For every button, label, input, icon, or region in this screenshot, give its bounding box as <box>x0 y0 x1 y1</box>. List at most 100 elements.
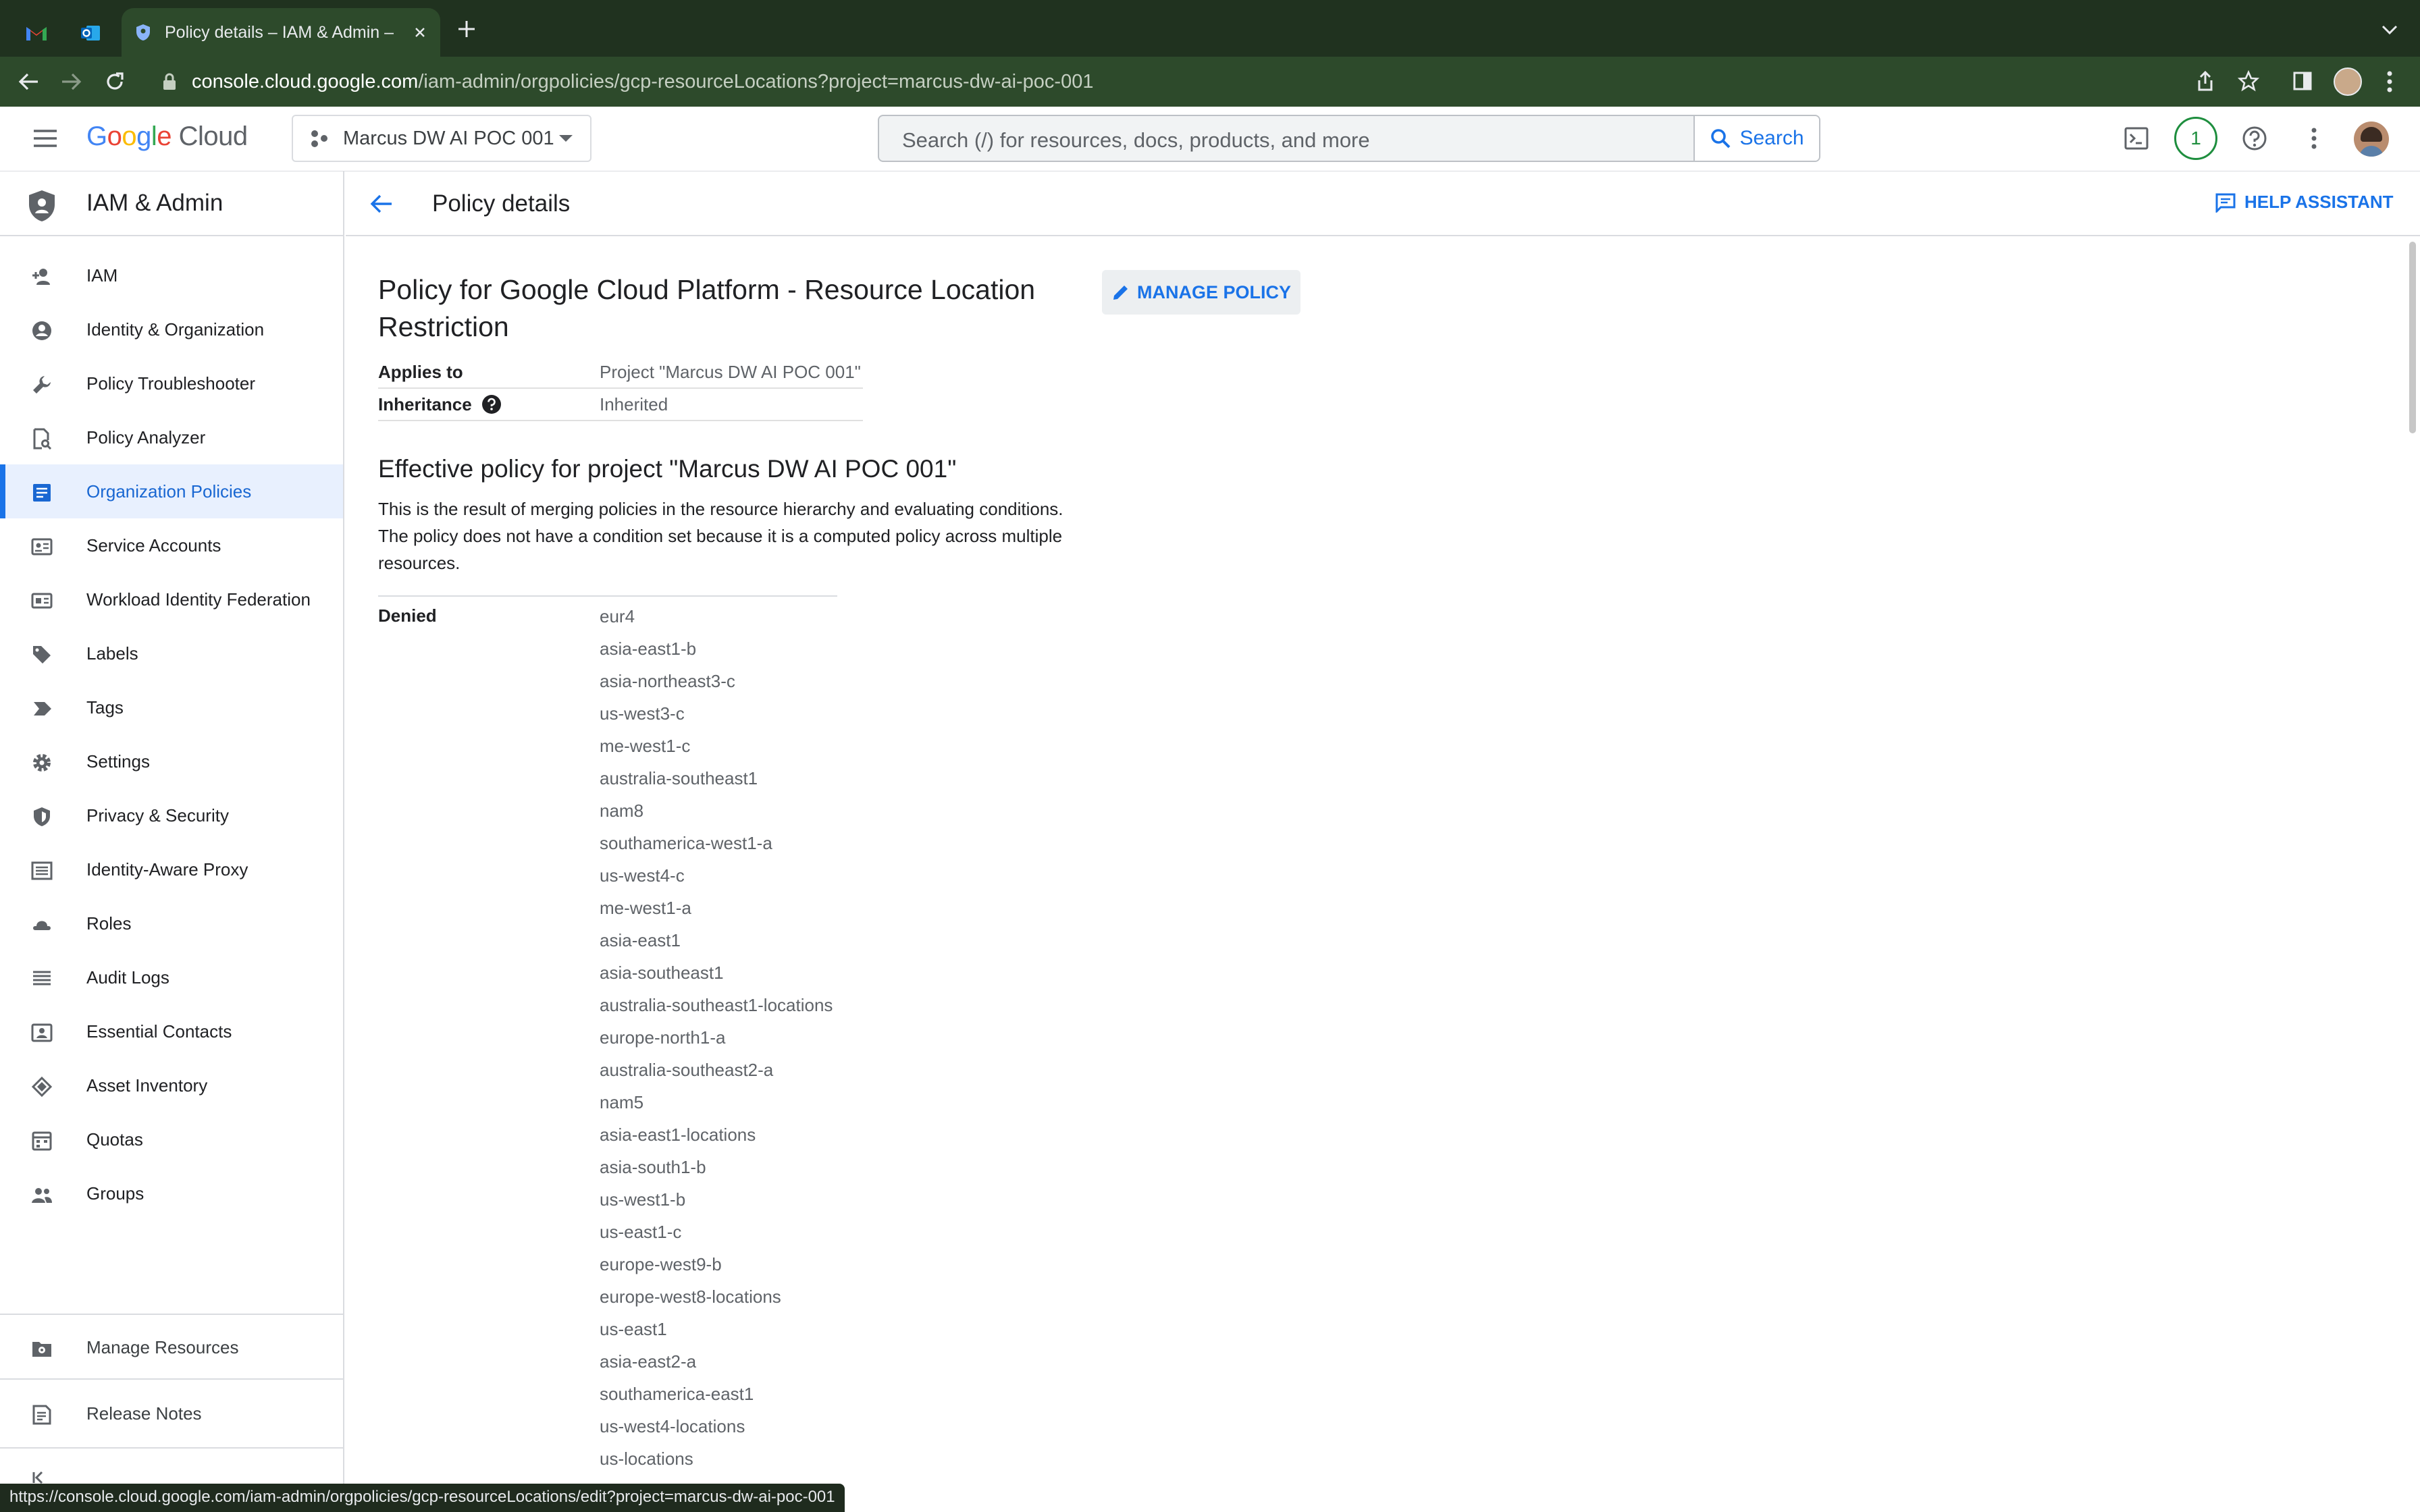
sidebar-divider <box>0 1447 343 1449</box>
cloud-shell-button[interactable] <box>2124 127 2149 150</box>
sidebar-item-label: Labels <box>86 643 138 664</box>
gmail-icon <box>26 27 47 40</box>
browser-tab-strip: Policy details – IAM & Admin – <box>0 0 2420 57</box>
sidebar-item-identity-organization[interactable]: Identity & Organization <box>0 302 343 356</box>
search-bar[interactable]: Search (/) for resources, docs, products… <box>878 115 1820 162</box>
sidebar-item-label: Identity-Aware Proxy <box>86 859 248 880</box>
main-menu-button[interactable] <box>32 128 58 148</box>
sidebar-item-quotas[interactable]: Quotas <box>0 1112 343 1166</box>
sidebar-item-identity-aware-proxy[interactable]: Identity-Aware Proxy <box>0 842 343 896</box>
applies-to-label: Applies to <box>378 361 463 382</box>
back-button[interactable] <box>18 72 39 92</box>
google-cloud-logo[interactable]: Google Cloud <box>86 122 248 152</box>
sidebar-item-asset-inventory[interactable]: Asset Inventory <box>0 1058 343 1112</box>
sidebar-item-groups[interactable]: Groups <box>0 1166 343 1220</box>
bookmark-button[interactable] <box>2238 70 2259 92</box>
sidebar-item-service-accounts[interactable]: Service Accounts <box>0 518 343 572</box>
denied-label: Denied <box>378 605 437 626</box>
browser-profile-avatar[interactable] <box>2334 68 2362 96</box>
url-path: /iam-admin/orgpolicies/gcp-resourceLocat… <box>418 71 1094 92</box>
project-name: Marcus DW AI POC 001 <box>343 127 554 149</box>
notes-icon <box>32 1405 51 1425</box>
sidebar-item-audit-logs[interactable]: Audit Logs <box>0 950 343 1004</box>
tab-search-button[interactable] <box>2381 24 2398 35</box>
collapse-sidebar-button[interactable] <box>32 1470 47 1485</box>
iam-shield-favicon-icon <box>136 24 150 40</box>
sidebar-item-workload-identity-federation[interactable]: Workload Identity Federation <box>0 572 343 626</box>
arrow-right-icon <box>62 73 82 90</box>
hat-icon <box>33 921 51 930</box>
person-add-icon <box>32 269 50 285</box>
denied-location: southamerica-west1-a <box>600 833 772 853</box>
sidebar-item-label: Organization Policies <box>86 481 252 502</box>
search-button[interactable]: Search <box>1693 116 1819 161</box>
diamond-layers-icon <box>31 1076 53 1098</box>
article-icon <box>33 484 51 502</box>
manage-policy-button[interactable]: MANAGE POLICY <box>1102 270 1300 315</box>
new-tab-button[interactable] <box>456 19 477 39</box>
denied-location: nam8 <box>600 801 644 821</box>
sidebar-item-release-notes[interactable]: Release Notes <box>0 1386 343 1440</box>
project-picker[interactable]: Marcus DW AI POC 001 <box>292 115 591 162</box>
reload-button[interactable] <box>104 71 126 92</box>
sidebar-item-label: Privacy & Security <box>86 805 229 826</box>
help-tooltip-icon[interactable] <box>481 394 502 414</box>
side-panel-button[interactable] <box>2293 72 2312 90</box>
link-hover-status: https://console.cloud.google.com/iam-adm… <box>0 1484 845 1512</box>
share-button[interactable] <box>2196 70 2215 92</box>
browser-toolbar: console.cloud.google.com/iam-admin/orgpo… <box>0 57 2420 107</box>
active-browser-tab[interactable]: Policy details – IAM & Admin – <box>122 8 440 57</box>
denied-location: australia-southeast1 <box>600 768 758 788</box>
avatar-hair <box>2361 127 2382 142</box>
effective-policy-description: This is the result of merging policies i… <box>378 499 1063 573</box>
tag-arrow-icon <box>34 702 51 716</box>
hamburger-menu-icon <box>34 130 57 147</box>
plus-icon <box>458 21 475 37</box>
sidebar-divider <box>0 1378 343 1380</box>
tab-close-icon[interactable] <box>413 26 427 39</box>
help-assistant-button[interactable]: HELP ASSISTANT <box>2215 192 2394 213</box>
account-circle-icon <box>32 321 51 340</box>
inheritance-key: Inheritance <box>378 394 600 415</box>
sidebar-item-policy-troubleshooter[interactable]: Policy Troubleshooter <box>0 356 343 410</box>
sidebar-item-tags[interactable]: Tags <box>0 680 343 734</box>
star-icon <box>2238 70 2259 92</box>
notifications-badge[interactable]: 1 <box>2174 117 2217 160</box>
browser-menu-button[interactable] <box>2386 70 2393 93</box>
sidebar-item-settings[interactable]: Settings <box>0 734 343 788</box>
denied-location: asia-northeast3-c <box>600 671 735 691</box>
sidebar-item-labels[interactable]: Labels <box>0 626 343 680</box>
denied-locations-list: eur4 asia-east1-b asia-northeast3-c us-w… <box>600 605 833 1480</box>
denied-location: asia-south1-b <box>600 1157 706 1177</box>
chevron-down-icon <box>2382 25 2398 35</box>
address-bar[interactable]: console.cloud.google.com/iam-admin/orgpo… <box>142 62 2208 101</box>
sidebar-item-essential-contacts[interactable]: Essential Contacts <box>0 1004 343 1058</box>
forward-button[interactable] <box>61 72 82 92</box>
sidebar-item-roles[interactable]: Roles <box>0 896 343 950</box>
denied-location: us-east1 <box>600 1319 667 1339</box>
outlook-pinned-tab[interactable] <box>63 9 117 57</box>
sidebar-item-privacy-security[interactable]: Privacy & Security <box>0 788 343 842</box>
console-more-button[interactable] <box>2311 127 2317 150</box>
service-account-icon <box>31 538 53 556</box>
sidebar-item-policy-analyzer[interactable]: Policy Analyzer <box>0 410 343 464</box>
help-button[interactable] <box>2242 126 2267 151</box>
page-header: Policy details HELP ASSISTANT <box>346 171 2420 236</box>
arrow-left-icon <box>18 73 38 90</box>
user-avatar[interactable] <box>2354 122 2389 157</box>
denied-location: asia-east1-locations <box>600 1125 756 1145</box>
back-to-list-button[interactable] <box>369 193 393 215</box>
gmail-pinned-tab[interactable] <box>9 9 63 57</box>
sidebar-item-iam[interactable]: IAM <box>0 248 343 302</box>
content-scrollbar[interactable] <box>2405 238 2420 1512</box>
sidebar-item-label: Asset Inventory <box>86 1075 208 1096</box>
sidebar-item-label: Service Accounts <box>86 535 221 556</box>
sidebar-item-organization-policies[interactable]: Organization Policies <box>0 464 343 518</box>
scrollbar-thumb[interactable] <box>2409 242 2416 433</box>
more-vert-icon <box>2311 128 2317 149</box>
pencil-icon <box>1113 286 1128 300</box>
search-input[interactable]: Search (/) for resources, docs, products… <box>902 128 1370 153</box>
sidebar-item-manage-resources[interactable]: Manage Resources <box>0 1320 343 1374</box>
effective-policy-heading: Effective policy for project "Marcus DW … <box>378 455 957 483</box>
section-divider <box>378 595 837 597</box>
